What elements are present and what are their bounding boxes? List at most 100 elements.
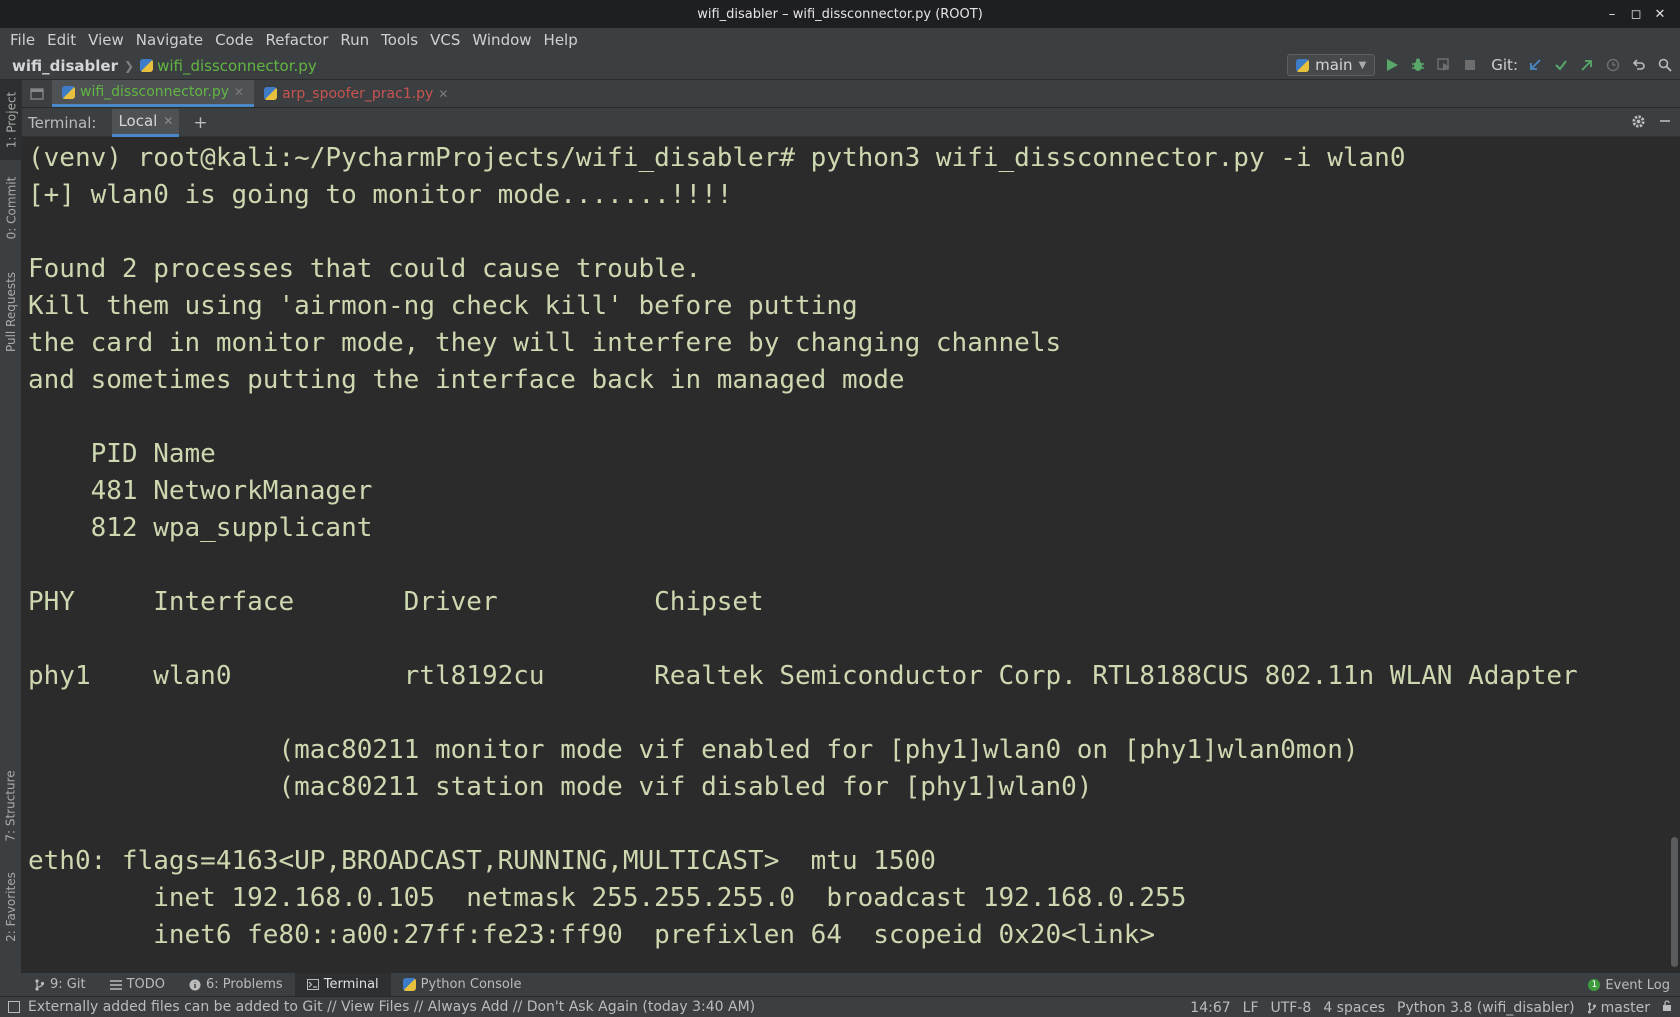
editor-tab-wifi-dissconnector[interactable]: wifi_dissconnector.py ✕	[52, 80, 255, 107]
terminal-line: 812 wpa_supplicant	[28, 513, 373, 543]
toolwindow-terminal[interactable]: Terminal	[294, 973, 391, 996]
menu-view[interactable]: View	[82, 31, 130, 49]
breadcrumb-separator-icon: ❯	[124, 58, 135, 73]
status-message-text: Externally added files can be added to G…	[28, 999, 756, 1015]
git-update-button[interactable]	[1526, 56, 1544, 74]
close-tab-icon[interactable]: ✕	[234, 85, 244, 99]
toolwindow-python-console[interactable]: Python Console	[391, 973, 534, 996]
terminal-output[interactable]: (venv) root@kali:~/PycharmProjects/wifi_…	[22, 137, 1680, 972]
minimize-icon	[1660, 120, 1670, 122]
run-with-coverage-button[interactable]	[1435, 56, 1453, 74]
toolwindow-problems[interactable]: 6: Problems	[177, 973, 295, 996]
recent-files-button[interactable]	[22, 80, 52, 107]
terminal-header-actions	[1631, 114, 1672, 133]
maximize-button[interactable]: ◻	[1626, 4, 1646, 24]
git-branch-widget[interactable]: master	[1587, 1000, 1650, 1016]
toolwindow-terminal-label: Terminal	[323, 977, 379, 992]
git-history-button[interactable]	[1604, 56, 1622, 74]
menu-refactor[interactable]: Refactor	[259, 31, 334, 49]
toolwindow-problems-label: 6: Problems	[206, 977, 283, 992]
terminal-scrollbar[interactable]	[1671, 837, 1678, 967]
side-tab-favorites[interactable]: 2: Favorites	[0, 862, 22, 952]
python-console-icon	[402, 978, 416, 991]
editor-tab-arp-spoofer[interactable]: arp_spoofer_prac1.py ✕	[254, 80, 458, 107]
breadcrumb-file-label: wifi_dissconnector.py	[157, 56, 317, 75]
toolwindow-git[interactable]: 9: Git	[22, 973, 98, 996]
menu-code[interactable]: Code	[209, 31, 259, 49]
settings-button[interactable]	[1631, 114, 1646, 133]
terminal-line: (mac80211 station mode vif disabled for …	[28, 772, 1093, 802]
menu-run[interactable]: Run	[334, 31, 375, 49]
terminal-header: Terminal: Local ✕ +	[22, 108, 1680, 137]
run-configuration-label: main	[1315, 56, 1353, 74]
breadcrumb-file[interactable]: wifi_dissconnector.py	[140, 57, 317, 75]
push-arrow-icon	[1581, 60, 1592, 71]
minimize-button[interactable]: –	[1602, 4, 1622, 24]
terminal-tab-local[interactable]: Local ✕	[112, 108, 180, 137]
menu-vcs[interactable]: VCS	[424, 31, 466, 49]
git-push-button[interactable]	[1578, 56, 1596, 74]
side-tab-project-label: 1: Project	[4, 91, 18, 149]
git-commit-button[interactable]	[1552, 56, 1570, 74]
panel-toggle-icon	[8, 1001, 20, 1013]
menu-navigate[interactable]: Navigate	[130, 31, 209, 49]
close-button[interactable]: ✕	[1650, 4, 1670, 24]
hide-panel-button[interactable]	[1658, 114, 1672, 133]
coverage-icon	[1437, 58, 1451, 71]
search-icon	[1658, 58, 1672, 72]
menu-window[interactable]: Window	[466, 31, 537, 49]
bug-icon	[1412, 58, 1425, 71]
debug-button[interactable]	[1409, 56, 1427, 74]
chevron-down-icon: ▼	[1358, 59, 1367, 71]
new-terminal-tab-button[interactable]: +	[193, 113, 207, 133]
window-title: wifi_disabler – wifi_dissconnector.py (R…	[697, 6, 983, 22]
search-everywhere-button[interactable]	[1656, 56, 1674, 74]
event-log-badge: 1	[1588, 979, 1601, 991]
menu-help[interactable]: Help	[538, 31, 584, 49]
close-tab-icon[interactable]: ✕	[438, 87, 448, 101]
side-tab-structure-label: 7: Structure	[4, 770, 19, 842]
caret-position[interactable]: 14:67	[1190, 1000, 1230, 1016]
python-file-icon	[140, 59, 154, 72]
run-button[interactable]	[1383, 56, 1401, 74]
git-label: Git:	[1491, 56, 1518, 74]
menu-tools[interactable]: Tools	[375, 31, 424, 49]
close-terminal-tab-icon[interactable]: ✕	[163, 114, 173, 128]
indent-setting[interactable]: 4 spaces	[1323, 1000, 1385, 1016]
terminal-line: inet6 fe80::a00:27ff:fe23:ff90 prefixlen…	[28, 920, 1156, 950]
file-encoding[interactable]: UTF-8	[1271, 1000, 1312, 1016]
editor-tab-label: wifi_dissconnector.py	[80, 84, 229, 100]
stop-button[interactable]	[1461, 56, 1479, 74]
navigation-bar: wifi_disabler ❯ wifi_dissconnector.py ma…	[0, 52, 1680, 80]
side-tab-structure[interactable]: 7: Structure	[0, 760, 22, 852]
side-tab-commit[interactable]: 0: Commit	[0, 168, 22, 248]
line-separator[interactable]: LF	[1243, 1000, 1259, 1016]
menu-bar: File Edit View Navigate Code Refactor Ru…	[0, 28, 1680, 52]
side-tab-pull-requests[interactable]: Pull Requests	[0, 260, 22, 364]
list-icon	[109, 979, 122, 990]
python-interpreter[interactable]: Python 3.8 (wifi_disabler)	[1397, 1000, 1575, 1016]
info-icon	[189, 979, 201, 990]
menu-edit[interactable]: Edit	[41, 31, 82, 49]
side-tab-favorites-label: 2: Favorites	[4, 872, 19, 942]
toolwindow-git-label: 9: Git	[50, 977, 86, 992]
tool-window-bar: 9: Git TODO 6: Problems Terminal Python …	[22, 972, 1680, 996]
status-bar: Externally added files can be added to G…	[0, 996, 1680, 1017]
update-arrow-icon	[1530, 59, 1541, 70]
status-message[interactable]: Externally added files can be added to G…	[0, 999, 755, 1015]
menu-file[interactable]: File	[4, 31, 41, 49]
run-configuration-selector[interactable]: main ▼	[1287, 54, 1376, 76]
toolbar-actions: main ▼ Git:	[1287, 54, 1674, 76]
toolwindow-todo[interactable]: TODO	[98, 973, 177, 996]
git-branch-icon	[1587, 1002, 1596, 1013]
breadcrumb-project[interactable]: wifi_disabler	[0, 57, 118, 75]
lock-icon[interactable]	[1662, 999, 1672, 1016]
side-tab-pull-requests-label: Pull Requests	[4, 271, 19, 353]
toolwindow-todo-label: TODO	[126, 977, 165, 992]
title-bar: wifi_disabler – wifi_dissconnector.py (R…	[0, 0, 1680, 28]
git-rollback-button[interactable]	[1630, 56, 1648, 74]
toolwindow-event-log[interactable]: 1 Event Log	[1588, 973, 1670, 997]
side-tab-project[interactable]: 1: Project	[0, 80, 22, 160]
